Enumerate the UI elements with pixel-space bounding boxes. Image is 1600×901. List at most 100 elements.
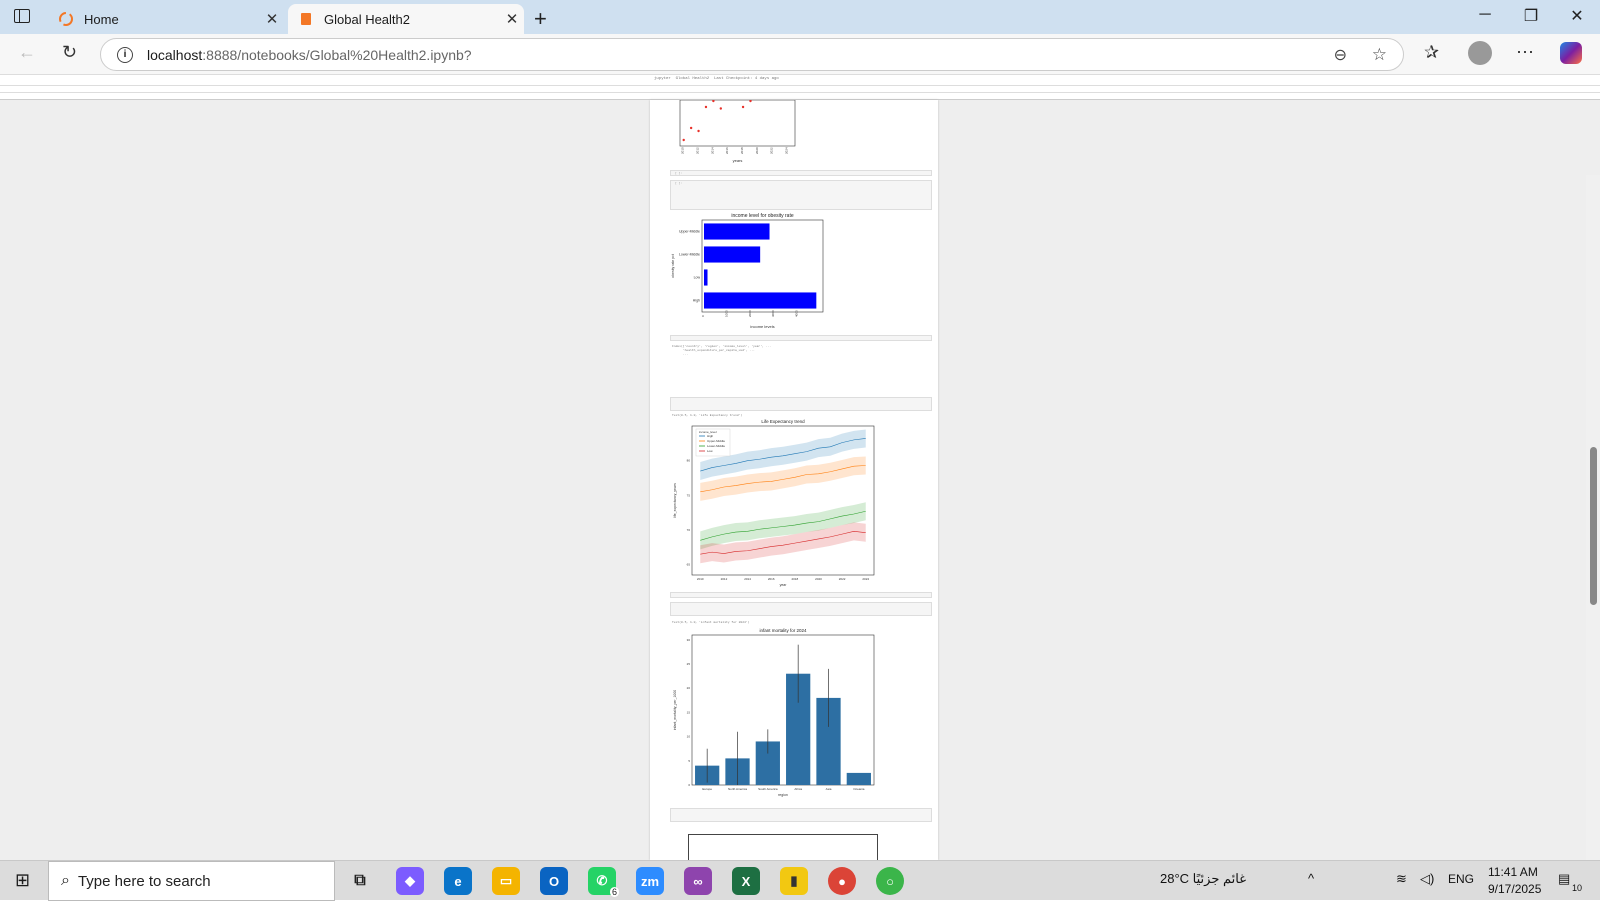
scrollbar[interactable]: [1586, 175, 1600, 860]
chart-obesity-bar: income level for obesity rate Upper-Middl…: [671, 213, 824, 329]
code-cell[interactable]: [670, 808, 932, 822]
weather-text[interactable]: 28°C غائم جزئيًا: [1160, 871, 1246, 887]
whatsapp-badge: 6: [610, 887, 620, 897]
more-menu-icon[interactable]: ⋯: [1516, 42, 1534, 63]
x-tick-label: 1000: [724, 310, 728, 317]
profile-avatar[interactable]: [1468, 41, 1492, 65]
excel-icon[interactable]: X: [732, 867, 760, 895]
x-tick-label: 2014: [710, 147, 714, 154]
y-tick-label: 20: [687, 686, 691, 690]
new-tab-button[interactable]: +: [534, 6, 547, 32]
code-cell[interactable]: [670, 335, 932, 341]
zoom-icon[interactable]: zm: [636, 867, 664, 895]
notebook-page[interactable]: 2010 2012 2014 2016 2018 2020 2022 2024 years [ …: [650, 100, 938, 860]
taskbar-search[interactable]: ⌕ Type here to search: [48, 861, 335, 901]
x-tick-label: 2012: [721, 577, 728, 581]
x-tick-label: 2016: [725, 147, 729, 154]
x-tick-label: Europe: [702, 787, 712, 791]
outlook-icon[interactable]: O: [540, 867, 568, 895]
code-cell[interactable]: [670, 602, 932, 616]
scatter-point: [689, 126, 693, 130]
edge-icon[interactable]: e: [444, 867, 472, 895]
scatter-point: [749, 100, 752, 103]
code-cell[interactable]: [ ]:: [670, 170, 932, 176]
y-tick-label: 0: [688, 783, 690, 787]
code-cell[interactable]: [670, 397, 932, 411]
refresh-icon[interactable]: ↻: [62, 42, 77, 63]
plot-frame: [691, 634, 875, 786]
y-tick-label: Low: [694, 276, 701, 280]
tab-global-health2[interactable]: Global Health2 ✕: [288, 4, 524, 34]
info-icon[interactable]: i: [117, 46, 133, 63]
powerbi-icon[interactable]: ▮: [780, 867, 808, 895]
scatter-point: [697, 129, 700, 133]
x-tick-label: 2012: [696, 147, 700, 154]
x-tick-label: 2022: [770, 147, 774, 154]
windows-start-icon[interactable]: ⊞: [15, 870, 30, 891]
clock-date[interactable]: 9/17/2025: [1488, 882, 1541, 896]
bar: [704, 269, 708, 286]
scatter-point: [712, 100, 715, 103]
legend-label: Upper-Middle: [707, 439, 725, 443]
y-tick-label: 80: [687, 459, 691, 463]
copilot-icon[interactable]: [1560, 42, 1582, 64]
code-cell[interactable]: [670, 592, 932, 598]
minimize-icon[interactable]: ─: [1462, 6, 1508, 24]
x-tick-label: 2020: [755, 147, 759, 154]
zoom-out-icon[interactable]: ⊖: [1334, 45, 1347, 65]
scatter-point: [682, 138, 685, 142]
bar: [704, 223, 770, 240]
y-tick-label: 10: [687, 735, 691, 739]
close-tab-icon[interactable]: ✕: [260, 10, 284, 28]
back-icon[interactable]: ←: [18, 42, 36, 63]
search-icon: ⌕: [61, 872, 70, 889]
restore-icon[interactable]: ❐: [1508, 6, 1554, 26]
notifications-icon[interactable]: ▤: [1558, 871, 1570, 887]
favorite-star-icon[interactable]: ☆: [1372, 45, 1387, 65]
x-tick-label: 2000: [748, 310, 752, 317]
x-axis-label: years: [733, 158, 743, 163]
scrollbar-thumb[interactable]: [1590, 447, 1597, 605]
y-tick-label: High: [693, 299, 700, 303]
address-bar[interactable]: i localhost:8888/notebooks/Global%20Heal…: [100, 38, 1404, 71]
clock-time[interactable]: 11:41 AM: [1488, 865, 1538, 879]
tab-title: Home: [84, 11, 119, 27]
chart-title: Life Expectancy trend: [761, 419, 805, 424]
y-tick-label: 75: [687, 493, 691, 497]
x-tick-label: 2010: [697, 577, 704, 581]
copilot-taskbar-icon[interactable]: ◆: [396, 867, 424, 895]
y-tick-label: Upper-Middle: [679, 230, 700, 234]
tab-home[interactable]: Home ✕: [48, 4, 284, 34]
chart-scatter: 2010 2012 2014 2016 2018 2020 2022 2024 years: [679, 100, 796, 163]
app-icon[interactable]: ○: [876, 867, 904, 895]
jupyter-header: jupyter Global Health2 Last Checkpoint: …: [0, 75, 1600, 100]
chart-title: infant mortality for 2024: [759, 628, 807, 633]
legend-label: High: [707, 434, 714, 438]
close-icon[interactable]: ✕: [1554, 6, 1600, 26]
language-indicator[interactable]: ENG: [1448, 872, 1474, 886]
y-tick-label: 25: [687, 662, 691, 666]
x-tick-label: 2024: [785, 147, 789, 154]
y-tick-label: 5: [688, 759, 690, 763]
code-cell[interactable]: [ ]:: [670, 180, 932, 210]
y-tick-label: Lower-Middle: [679, 253, 700, 257]
x-axis-label: region: [778, 793, 788, 797]
chrome-icon[interactable]: ●: [828, 867, 856, 895]
output-text: Index(['country', 'region', 'income_leve…: [672, 345, 772, 356]
scatter-point: [719, 107, 723, 110]
scatter-point: [741, 105, 745, 109]
favorites-icon[interactable]: ✰: [1424, 42, 1439, 63]
visual-studio-icon[interactable]: ∞: [684, 867, 712, 895]
task-view-icon[interactable]: ⧉: [346, 867, 374, 895]
tray-chevron-icon[interactable]: ^: [1308, 871, 1314, 886]
chart-infant-mortality: infant mortality for 2024 Europe North Ame…: [673, 628, 875, 797]
page-content: jupyter Global Health2 Last Checkpoint: …: [0, 75, 1600, 860]
next-chart-frame: [688, 834, 878, 860]
wifi-icon[interactable]: ≋: [1396, 871, 1407, 887]
notifications-count: 10: [1572, 883, 1583, 893]
file-explorer-icon[interactable]: ▭: [492, 867, 520, 895]
x-tick-label: 2018: [740, 147, 744, 154]
volume-icon[interactable]: ◁): [1420, 871, 1434, 887]
tab-actions-icon[interactable]: [14, 9, 30, 23]
close-tab-icon[interactable]: ✕: [500, 10, 524, 28]
